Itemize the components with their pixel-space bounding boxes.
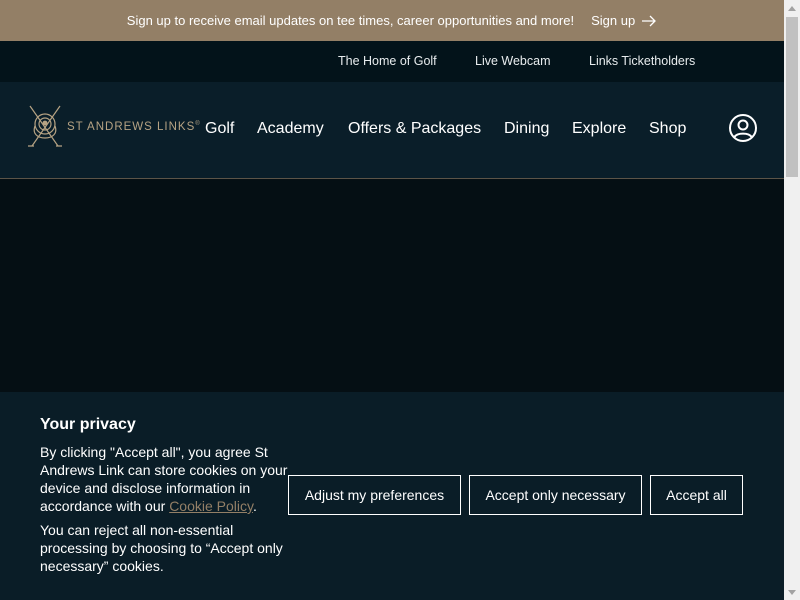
scroll-down-arrow[interactable]: [784, 584, 800, 600]
cookie-banner-title: Your privacy: [40, 416, 136, 433]
utility-link-live-webcam[interactable]: Live Webcam: [475, 54, 551, 68]
promo-bar: Sign up to receive email updates on tee …: [0, 0, 784, 41]
nav-item-shop[interactable]: Shop: [649, 120, 686, 138]
logo-text: ST ANDREWS LINKS®: [67, 121, 201, 133]
nav-item-golf[interactable]: Golf: [205, 120, 234, 138]
user-circle-icon[interactable]: [728, 113, 758, 143]
hero-area: [0, 179, 784, 392]
nav-item-explore[interactable]: Explore: [572, 120, 626, 138]
signup-link[interactable]: Sign up: [591, 13, 657, 28]
signup-label: Sign up: [591, 13, 636, 28]
chevron-down-icon: [788, 589, 796, 595]
crest-icon: [28, 105, 62, 147]
cookie-banner: Your privacy By clicking "Accept all", y…: [0, 392, 784, 600]
cookie-banner-reject-text: You can reject all non-essential process…: [40, 522, 283, 574]
cookie-banner-text: By clicking "Accept all", you agree St A…: [40, 444, 288, 514]
chevron-up-icon: [788, 5, 796, 11]
nav-item-offers-packages[interactable]: Offers & Packages: [348, 120, 481, 138]
scroll-up-arrow[interactable]: [784, 0, 800, 16]
utility-link-links-ticketholders[interactable]: Links Ticketholders: [589, 54, 695, 68]
accept-all-button[interactable]: Accept all: [650, 475, 743, 515]
arrow-right-icon: [642, 15, 657, 26]
main-header: ST ANDREWS LINKS® Golf Academy Offers & …: [0, 82, 784, 179]
scroll-thumb[interactable]: [786, 17, 798, 177]
utility-nav: The Home of Golf Live Webcam Links Ticke…: [0, 41, 784, 82]
site-logo[interactable]: ST ANDREWS LINKS®: [24, 104, 201, 150]
promo-text: Sign up to receive email updates on tee …: [126, 13, 575, 28]
utility-link-home-of-golf[interactable]: The Home of Golf: [338, 54, 437, 68]
nav-item-dining[interactable]: Dining: [504, 120, 549, 138]
adjust-preferences-button[interactable]: Adjust my preferences: [288, 475, 461, 515]
cookie-policy-link[interactable]: Cookie Policy: [169, 498, 253, 514]
accept-necessary-button[interactable]: Accept only necessary: [469, 475, 642, 515]
page-scrollbar[interactable]: [784, 0, 800, 600]
nav-item-academy[interactable]: Academy: [257, 120, 324, 138]
